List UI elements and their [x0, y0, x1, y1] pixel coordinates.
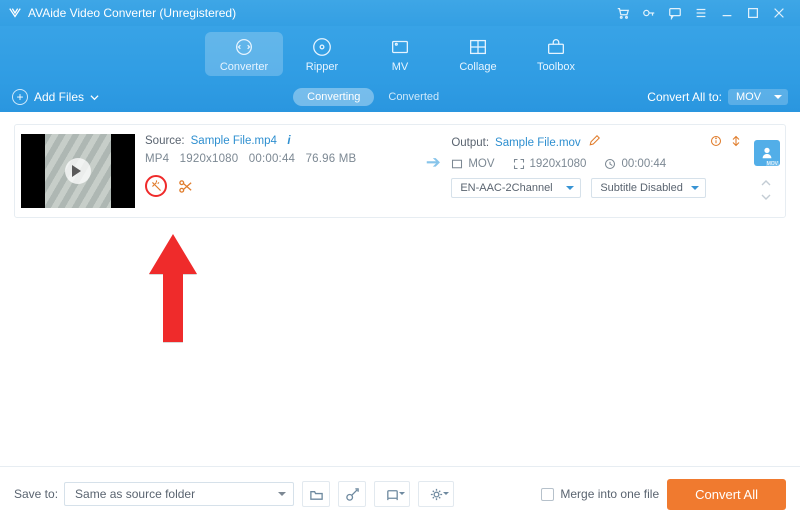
add-files-label: Add Files	[34, 90, 84, 104]
gpu-accel-button[interactable]	[374, 481, 410, 507]
checkbox-icon	[541, 488, 554, 501]
merge-checkbox[interactable]: Merge into one file	[541, 487, 659, 501]
output-filename: Sample File.mov	[495, 137, 581, 149]
source-block: Source: Sample File.mp4 i MP4 1920x1080 …	[141, 125, 419, 217]
person-icon	[760, 146, 774, 160]
sub-toolbar: + Add Files Converting Converted Convert…	[0, 82, 800, 112]
arrow-column: ➔	[419, 125, 447, 217]
chevron-up-icon	[760, 178, 772, 188]
close-icon[interactable]	[766, 0, 792, 26]
chevron-down-icon	[90, 93, 99, 102]
clock-icon	[604, 158, 616, 170]
tab-ripper-label: Ripper	[306, 61, 338, 73]
output-duration: 00:00:44	[621, 158, 666, 170]
reorder-handle[interactable]	[760, 178, 774, 202]
chevron-down-icon	[760, 192, 772, 202]
tab-collage-label: Collage	[459, 61, 496, 73]
converter-icon	[233, 36, 255, 58]
cart-icon[interactable]	[610, 0, 636, 26]
footer-bar: Save to: Same as source folder Merge int…	[0, 466, 800, 521]
wand-icon	[150, 180, 163, 193]
converting-tab[interactable]: Converting	[293, 88, 374, 106]
content-area: Source: Sample File.mp4 i MP4 1920x1080 …	[0, 112, 800, 466]
task-schedule-button[interactable]	[338, 481, 366, 507]
source-format: MP4	[145, 153, 169, 165]
info-icon[interactable]: i	[283, 135, 295, 147]
feedback-icon[interactable]	[662, 0, 688, 26]
convert-all-to-label: Convert All to:	[647, 90, 722, 104]
item-actions-column: MOV	[749, 125, 785, 217]
source-resolution: 1920x1080	[180, 153, 239, 165]
ripper-icon	[311, 36, 333, 58]
source-size: 76.96 MB	[306, 153, 357, 165]
menu-icon[interactable]	[688, 0, 714, 26]
file-item: Source: Sample File.mp4 i MP4 1920x1080 …	[14, 124, 786, 218]
save-to-label: Save to:	[14, 487, 58, 501]
open-folder-button[interactable]	[302, 481, 330, 507]
settings-button[interactable]	[418, 481, 454, 507]
tab-toolbox[interactable]: Toolbox	[517, 26, 595, 82]
source-duration: 00:00:44	[249, 153, 295, 165]
source-label: Source:	[145, 135, 185, 147]
toolbox-icon	[545, 36, 567, 58]
source-details: MP4 1920x1080 00:00:44 76.96 MB	[145, 153, 411, 165]
collage-icon	[467, 36, 489, 58]
convert-all-format-select[interactable]: MOV	[728, 89, 788, 105]
output-format: MOV	[468, 158, 494, 170]
tab-ripper[interactable]: Ripper	[283, 26, 361, 82]
format-icon	[451, 158, 463, 170]
subtitle-select[interactable]: Subtitle Disabled	[591, 178, 706, 198]
output-profile-button[interactable]: MOV	[754, 140, 780, 166]
file-info-icon[interactable]	[709, 135, 723, 150]
profile-sublabel: MOV	[766, 161, 779, 167]
add-files-button[interactable]: + Add Files	[12, 89, 99, 105]
save-to-select[interactable]: Same as source folder	[64, 482, 294, 506]
resolution-icon	[513, 158, 525, 170]
app-logo-icon	[8, 6, 22, 20]
thumbnail-wrap	[15, 125, 141, 217]
tab-mv-label: MV	[392, 61, 409, 73]
annotation-arrow-icon	[147, 230, 199, 355]
cut-button[interactable]	[176, 177, 194, 195]
mv-icon	[389, 36, 411, 58]
rename-icon[interactable]	[587, 135, 601, 150]
tab-converter-label: Converter	[220, 61, 268, 73]
tab-converter[interactable]: Converter	[205, 32, 283, 76]
compress-icon[interactable]	[729, 135, 743, 150]
convert-all-button[interactable]: Convert All	[667, 479, 786, 510]
tab-mv[interactable]: MV	[361, 26, 439, 82]
tab-collage[interactable]: Collage	[439, 26, 517, 82]
converted-tab[interactable]: Converted	[374, 88, 453, 106]
video-thumbnail[interactable]	[21, 134, 135, 208]
play-icon[interactable]	[65, 158, 91, 184]
merge-label: Merge into one file	[560, 487, 659, 501]
output-block: Output: Sample File.mov MOV 1920x1080 00…	[447, 125, 749, 217]
output-resolution: 1920x1080	[530, 158, 587, 170]
edit-button[interactable]	[145, 175, 167, 197]
arrow-right-icon: ➔	[426, 152, 441, 173]
plus-icon: +	[12, 89, 28, 105]
key-icon[interactable]	[636, 0, 662, 26]
scissors-icon	[178, 179, 193, 194]
audio-track-select[interactable]: EN-AAC-2Channel	[451, 178, 581, 198]
output-label: Output:	[451, 137, 489, 149]
title-bar: AVAide Video Converter (Unregistered)	[0, 0, 800, 26]
tab-toolbox-label: Toolbox	[537, 61, 575, 73]
maximize-icon[interactable]	[740, 0, 766, 26]
minimize-icon[interactable]	[714, 0, 740, 26]
main-tabs: Converter Ripper MV Collage Toolbox	[0, 26, 800, 82]
source-filename: Sample File.mp4	[191, 135, 277, 147]
window-title: AVAide Video Converter (Unregistered)	[28, 6, 236, 20]
